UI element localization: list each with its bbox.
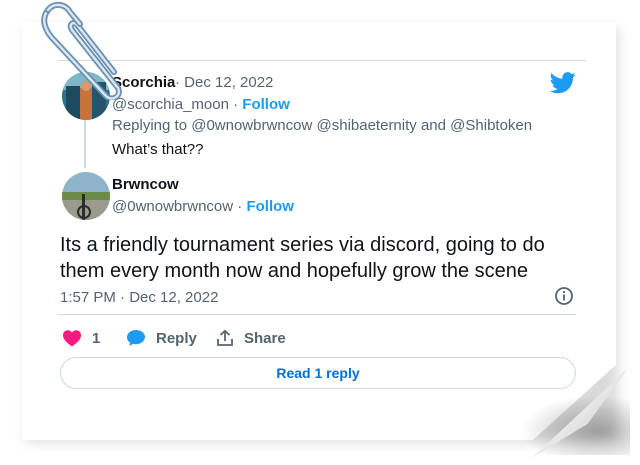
follow-button-scorchia[interactable]: Follow: [242, 96, 290, 113]
original-handle-row: @scorchia_moon · Follow: [112, 96, 290, 113]
like-count: 1: [92, 329, 101, 347]
replying-to-label: Replying to: [112, 117, 188, 134]
follow-button-brwncow[interactable]: Follow: [246, 198, 294, 215]
original-date[interactable]: · Dec 12, 2022: [175, 74, 273, 91]
heart-icon: [63, 330, 81, 347]
reply-handle-row: @0wnowbrwncow · Follow: [112, 198, 294, 215]
read-replies-button[interactable]: Read 1 reply: [60, 357, 576, 389]
reply-handle[interactable]: @0wnowbrwncow: [112, 198, 233, 215]
handle-separator: ·: [233, 96, 243, 113]
mention-0wnowbrwncow[interactable]: @0wnowbrwncow: [191, 117, 312, 134]
reply-label: Reply: [156, 329, 197, 347]
like-action[interactable]: 1: [62, 328, 100, 348]
reply-button[interactable]: Reply: [126, 328, 197, 348]
paperclip-icon: [41, 2, 122, 100]
mention-joiner: and: [420, 117, 446, 134]
actions-divider: [58, 314, 576, 315]
original-tweet-text: What’s that??: [112, 141, 204, 158]
thread-connector-line: [84, 120, 86, 168]
reply-author-name[interactable]: Brwncow: [112, 176, 179, 193]
share-button[interactable]: Share: [216, 328, 286, 348]
info-icon[interactable]: [554, 286, 574, 306]
original-handle[interactable]: @scorchia_moon: [112, 96, 229, 113]
reply-timestamp[interactable]: 1:57 PM · Dec 12, 2022: [60, 289, 218, 306]
share-upload-icon: [217, 329, 233, 346]
mention-shibaeternity[interactable]: @shibaeternity: [317, 117, 417, 134]
reply-tweet-text: Its a friendly tournament series via dis…: [60, 234, 545, 282]
avatar-brwncow[interactable]: [62, 172, 110, 220]
replying-to-line: Replying to @0wnowbrwncow @shibaeternity…: [112, 117, 532, 134]
twitter-bird-icon[interactable]: [550, 72, 576, 94]
top-divider: [58, 60, 586, 61]
share-label: Share: [244, 329, 286, 347]
speech-bubble-icon: [127, 330, 145, 346]
mention-shibtoken[interactable]: @Shibtoken: [450, 117, 532, 134]
